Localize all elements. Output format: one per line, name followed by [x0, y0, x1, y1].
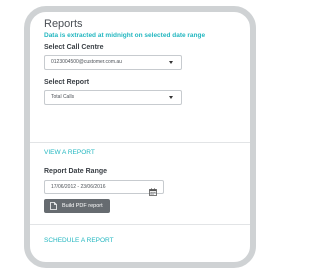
page-title: Reports: [44, 18, 83, 30]
reports-panel: Reports Data is extracted at midnight on…: [24, 6, 256, 268]
section-divider: [30, 142, 250, 143]
extraction-notice: Data is extracted at midnight on selecte…: [44, 32, 206, 39]
section-divider: [30, 224, 250, 225]
view-report-link[interactable]: VIEW A REPORT: [44, 148, 95, 157]
date-range-input[interactable]: 17/06/2012 - 23/06/2016: [44, 180, 164, 196]
chevron-down-icon: [169, 61, 173, 64]
report-label: Select Report: [44, 79, 90, 86]
date-range-value: 17/06/2012 - 23/06/2016: [51, 184, 106, 190]
call-centre-value: 0123004500@customer.com.au: [51, 59, 122, 65]
report-value: Total Calls: [51, 94, 75, 100]
report-select[interactable]: Total Calls: [44, 90, 182, 105]
schedule-report-link[interactable]: SCHEDULE A REPORT: [44, 236, 114, 245]
build-pdf-button[interactable]: Build PDF report: [44, 199, 110, 213]
reports-form: Reports Data is extracted at midnight on…: [44, 18, 250, 113]
build-pdf-label: Build PDF report: [62, 203, 103, 209]
calendar-icon[interactable]: [149, 183, 157, 201]
chevron-down-icon: [169, 96, 173, 99]
document-icon: [50, 202, 57, 216]
call-centre-select[interactable]: 0123004500@customer.com.au: [44, 55, 182, 70]
date-range-label: Report Date Range: [44, 168, 108, 175]
call-centre-label: Select Call Centre: [44, 44, 104, 51]
